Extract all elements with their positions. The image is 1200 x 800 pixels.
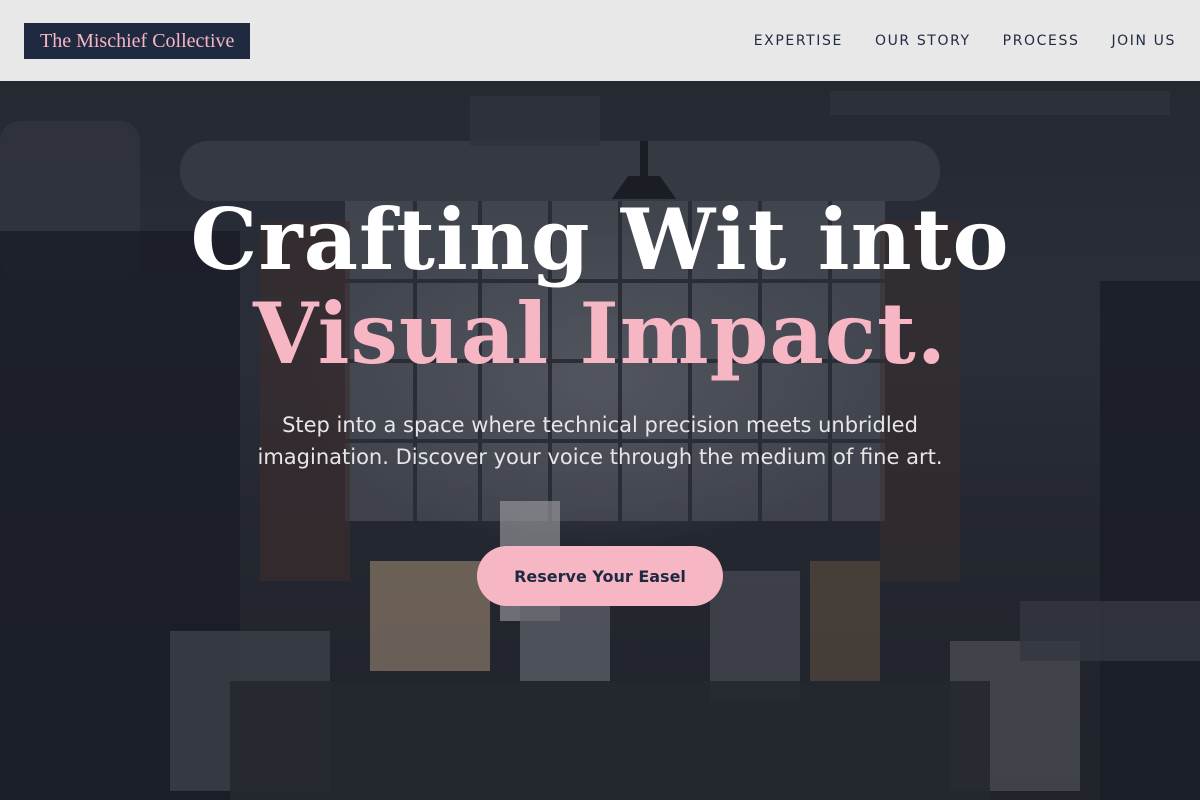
hero-title-line-2: Visual Impact.	[252, 284, 948, 383]
hero-content: Crafting Wit into Visual Impact. Step in…	[0, 81, 1200, 800]
main-nav: EXPERTISE OUR STORY PROCESS JOIN US	[754, 33, 1176, 49]
site-header: The Mischief Collective EXPERTISE OUR ST…	[0, 0, 1200, 81]
hero-section: Crafting Wit into Visual Impact. Step in…	[0, 81, 1200, 800]
hero-title: Crafting Wit into Visual Impact.	[0, 193, 1200, 381]
logo[interactable]: The Mischief Collective	[24, 22, 251, 59]
hero-title-line-1: Crafting Wit into	[190, 190, 1010, 289]
reserve-easel-button[interactable]: Reserve Your Easel	[477, 546, 723, 606]
nav-link-our-story[interactable]: OUR STORY	[875, 33, 971, 49]
nav-link-join-us[interactable]: JOIN US	[1111, 33, 1176, 49]
hero-subtitle: Step into a space where technical precis…	[257, 413, 943, 469]
nav-link-process[interactable]: PROCESS	[1003, 33, 1080, 49]
nav-link-expertise[interactable]: EXPERTISE	[754, 33, 843, 49]
